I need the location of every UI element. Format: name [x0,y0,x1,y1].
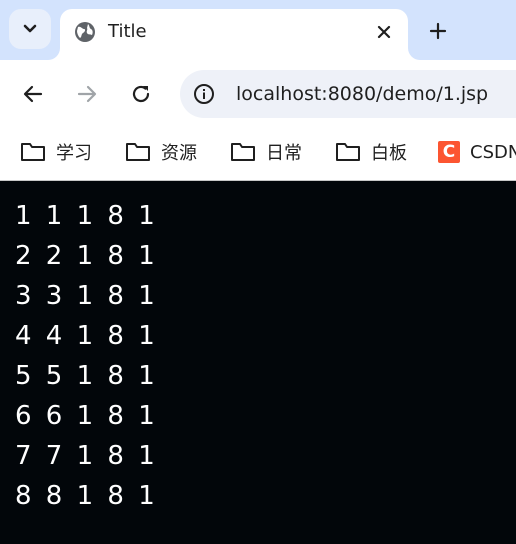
folder-icon [336,143,360,161]
new-tab-button[interactable] [424,17,452,45]
browser-window: Title localhost:8080/demo/1.jsp 学习 资源 日常… [0,0,516,544]
globe-icon [75,22,95,42]
close-icon [377,25,391,39]
tab-search-button[interactable] [9,9,51,49]
url-text[interactable]: localhost:8080/demo/1.jsp [236,82,488,106]
output-line: 4 4 1 8 1 [15,321,158,351]
site-info-button[interactable] [192,82,216,106]
reload-icon [132,85,150,103]
forward-button[interactable] [71,78,103,110]
folder-icon [126,143,150,161]
bookmark-label: 学习 [56,143,92,164]
bookmark-label: CSDN [470,141,516,163]
reload-button[interactable] [125,78,157,110]
bookmark-label: 白板 [371,143,407,164]
bookmark-csdn[interactable]: C CSDN [438,138,516,166]
output-line: 7 7 1 8 1 [15,441,158,471]
toolbar: localhost:8080/demo/1.jsp [0,60,516,128]
info-icon [194,84,214,104]
bookmark-folder-daily[interactable]: 日常 [230,138,302,166]
output-line: 3 3 1 8 1 [15,281,158,311]
bookmark-folder-whiteboard[interactable]: 白板 [335,138,407,166]
output-line: 6 6 1 8 1 [15,401,158,431]
bookmark-folder-study[interactable]: 学习 [20,138,92,166]
folder-icon [21,143,45,161]
arrow-right-icon [77,85,97,103]
folder-icon [231,143,255,161]
output-line: 5 5 1 8 1 [15,361,158,391]
page-content: 1 1 1 8 1 2 2 1 8 1 3 3 1 8 1 4 4 1 8 1 … [0,181,516,544]
bookmark-folder-resources[interactable]: 资源 [125,138,197,166]
chevron-down-icon [23,24,37,33]
output-line: 1 1 1 8 1 [15,201,158,231]
arrow-left-icon [23,85,43,103]
tab-active[interactable]: Title [60,9,408,60]
back-button[interactable] [17,78,49,110]
csdn-icon: C [438,141,460,163]
output-line: 8 8 1 8 1 [15,481,158,511]
tab-title: Title [108,21,147,42]
output-line: 2 2 1 8 1 [15,241,158,271]
tab-strip: Title [0,0,516,60]
bookmark-label: 日常 [266,143,302,164]
tab-close-button[interactable] [372,20,396,44]
bookmark-label: 资源 [161,143,197,164]
address-bar[interactable]: localhost:8080/demo/1.jsp [180,70,516,118]
bookmarks-bar: 学习 资源 日常 白板 C CSDN [0,128,516,181]
plus-icon [429,22,447,40]
